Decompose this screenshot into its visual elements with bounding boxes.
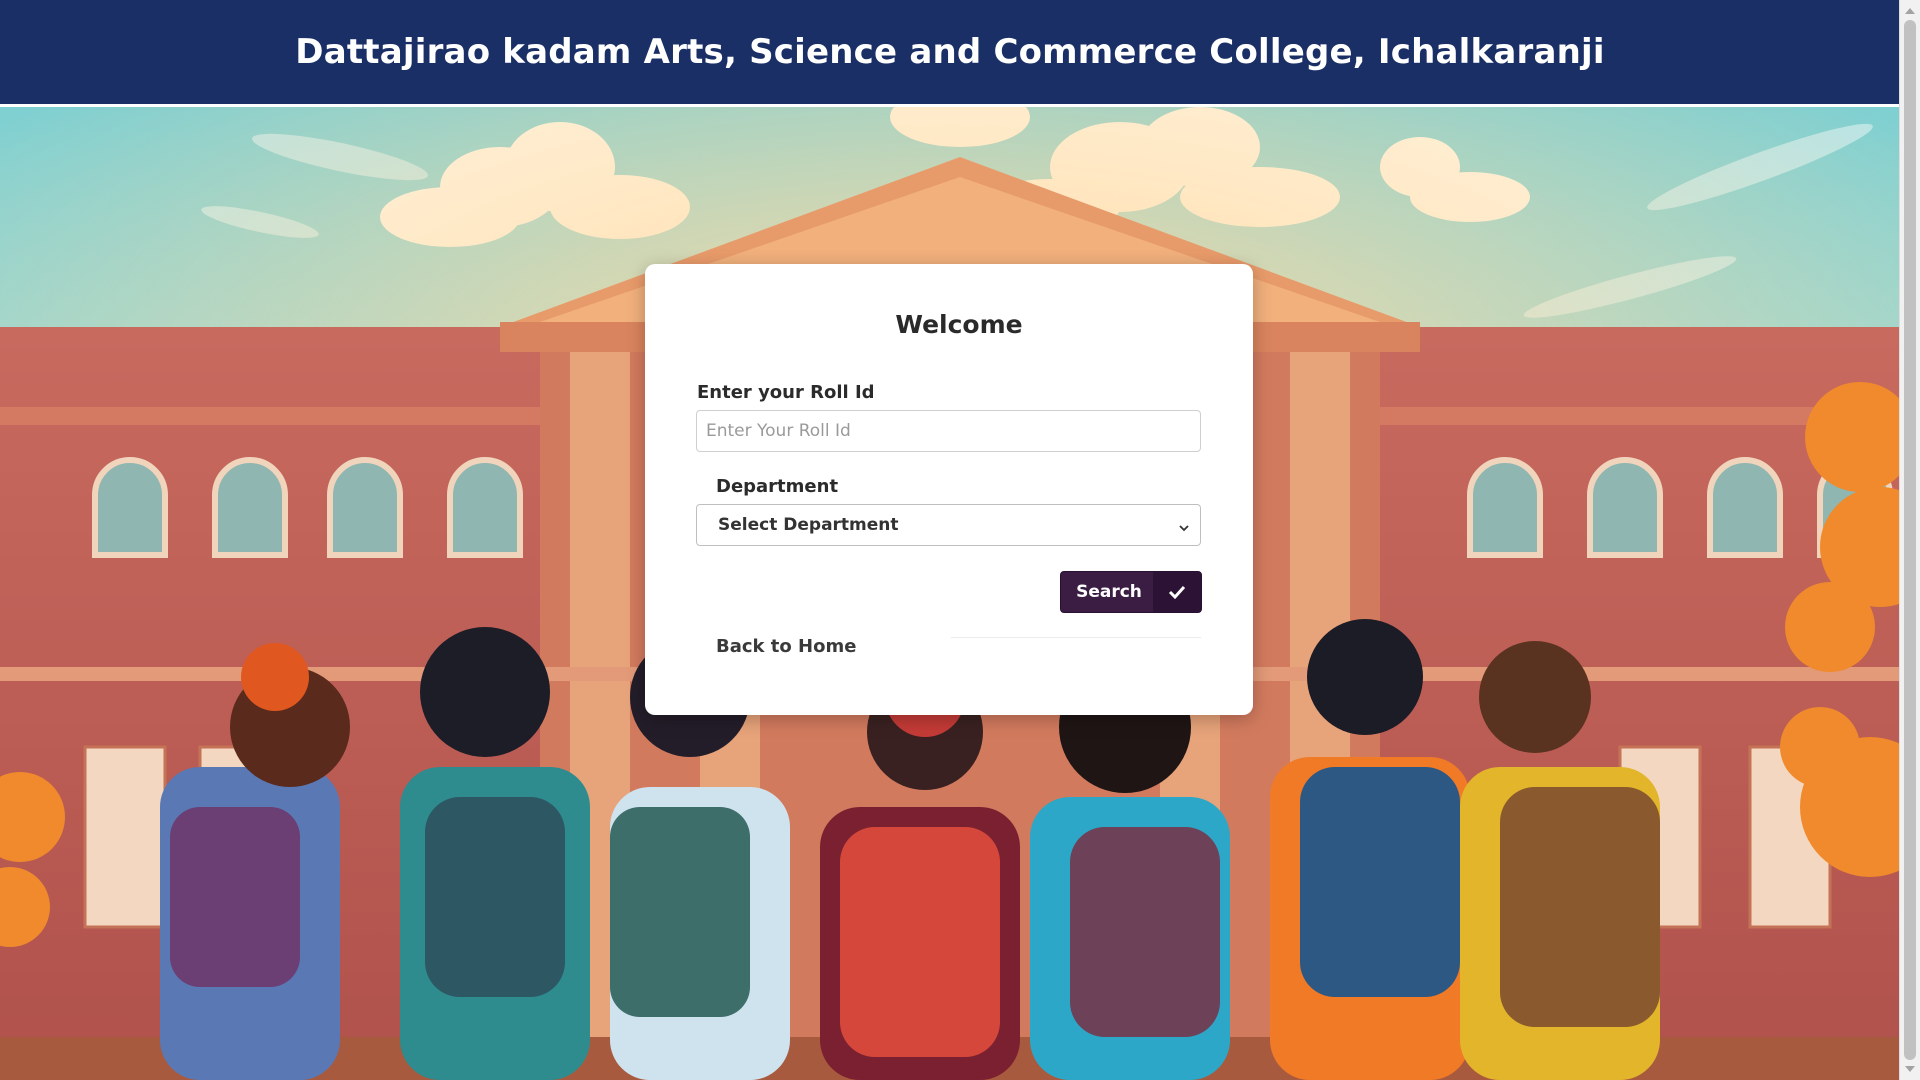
department-select[interactable]: Select Department [696,504,1201,546]
vertical-scrollbar[interactable] [1899,0,1920,1080]
college-title: Dattajirao kadam Arts, Science and Comme… [295,32,1605,72]
scroll-down-icon[interactable] [1905,1066,1915,1072]
header-bar: Dattajirao kadam Arts, Science and Comme… [0,0,1900,107]
check-icon [1153,572,1201,612]
back-to-home-link[interactable]: Back to Home [716,636,856,657]
search-button[interactable]: Search [1060,571,1202,613]
roll-id-input[interactable] [696,410,1201,452]
page: Dattajirao kadam Arts, Science and Comme… [0,0,1920,1080]
department-label: Department [716,476,839,497]
scroll-up-icon[interactable] [1905,8,1915,14]
roll-id-label: Enter your Roll Id [697,382,875,403]
chevron-down-icon [1178,519,1190,538]
login-card: Welcome Enter your Roll Id Department Se… [645,264,1253,715]
department-selected-value: Select Department [718,515,899,535]
search-button-label: Search [1076,582,1142,602]
divider [951,637,1201,638]
card-title: Welcome [895,310,1023,339]
scrollbar-thumb[interactable] [1904,20,1916,1060]
